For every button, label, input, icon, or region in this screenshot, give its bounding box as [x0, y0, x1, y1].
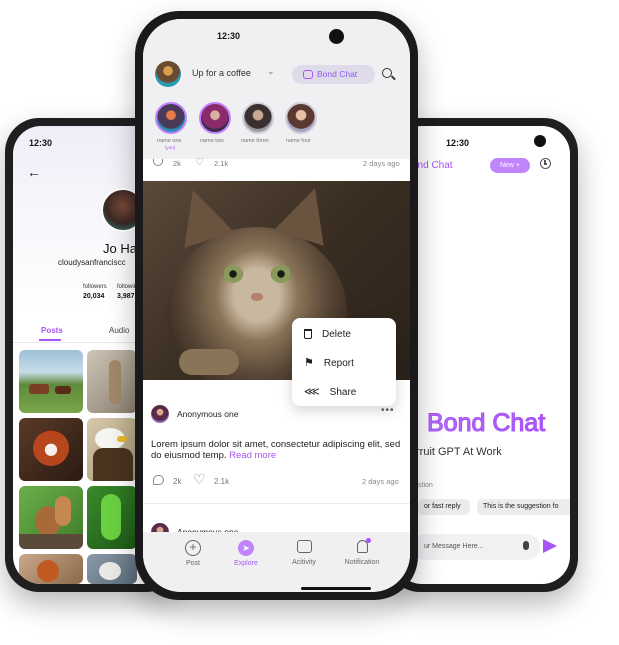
flag-icon: ⚑ [304, 357, 314, 369]
search-icon[interactable] [382, 68, 396, 81]
trash-icon [304, 329, 312, 339]
grid-photo-eagle[interactable] [87, 418, 137, 481]
grid-photo-cows[interactable] [19, 350, 83, 413]
story-avatar-three[interactable] [242, 102, 274, 134]
nav-label: Notification [344, 559, 380, 566]
nav-label: Acitivity [292, 559, 316, 566]
story-avatar-two[interactable] [199, 102, 231, 134]
post-divider [143, 503, 410, 504]
following-count: 3,987 [117, 293, 135, 300]
tab-audio[interactable]: Audio [109, 326, 129, 335]
menu-item-label: Delete [322, 328, 351, 340]
suggestion-chip[interactable]: This is the suggestion fo [477, 499, 570, 515]
profile-name: Jo Ha [103, 241, 137, 256]
story-avatar-one[interactable] [155, 102, 187, 134]
comment-icon[interactable] [153, 159, 163, 166]
bond-chat-icon [303, 70, 313, 79]
plus-circle-icon: + [185, 540, 201, 556]
comment-icon[interactable] [153, 475, 164, 485]
menu-item-label: Share [329, 386, 357, 398]
story-avatar-four[interactable] [285, 102, 317, 134]
grid-photo-meerkat[interactable] [87, 350, 137, 413]
story-name: name two [200, 138, 224, 144]
hero-title: Bond Chat [426, 409, 546, 438]
chevron-down-icon[interactable]: ⌄ [267, 66, 275, 77]
more-options-icon[interactable]: ••• [381, 405, 395, 416]
user-avatar[interactable] [155, 61, 181, 87]
microphone-icon[interactable] [523, 541, 529, 550]
menu-item-delete[interactable]: Delete [292, 320, 396, 348]
story-sub: (you) [165, 145, 176, 150]
suggestion-chip[interactable]: or fast reply [418, 499, 470, 515]
following-label: followin [117, 284, 138, 290]
grid-photo-seal[interactable] [87, 554, 137, 584]
hero-subtitle: rruit GPT At Work [416, 446, 502, 458]
home-indicator[interactable] [301, 587, 371, 590]
feed-screen: 12:30 Up for a coffee ⌄ Bond Chat name o… [143, 19, 410, 592]
history-icon[interactable] [540, 158, 551, 169]
like-count: 2.1k [214, 477, 230, 486]
screen-title: ond Chat [412, 160, 453, 171]
grid-photo-frog[interactable] [87, 486, 137, 549]
context-menu: Delete ⚑ Report ⋘ Share [292, 318, 396, 406]
author-name[interactable]: Anonymous one [177, 409, 238, 419]
nav-label: Explore [234, 560, 258, 567]
send-icon[interactable] [543, 539, 557, 553]
story-name: name three [241, 138, 269, 144]
center-phone: 12:30 Up for a coffee ⌄ Bond Chat name o… [135, 11, 418, 600]
status-text[interactable]: Up for a coffee [192, 68, 251, 78]
menu-item-label: Report [323, 357, 354, 369]
menu-item-share[interactable]: ⋘ Share [292, 378, 396, 406]
nav-notification[interactable]: Notification [336, 538, 388, 566]
profile-handle: cloudysanfranciscc [58, 258, 126, 267]
nav-activity[interactable]: Acitivity [284, 540, 324, 566]
compass-icon: ➤ [238, 540, 254, 556]
story-name: name one [157, 138, 182, 144]
suggestion-heading: stion [418, 482, 433, 489]
share-icon: ⋘ [304, 386, 320, 398]
like-count: 2.1k [214, 159, 229, 168]
grid-photo-fox[interactable] [19, 554, 83, 584]
bond-chat-screen: 12:30 ond Chat New + , Bond Chat rruit G… [394, 126, 570, 584]
feed-header [143, 19, 410, 159]
heart-icon[interactable]: ♡ [195, 158, 204, 168]
post-age: 2 days ago [363, 159, 400, 168]
bell-icon [356, 538, 371, 553]
status-time: 12:30 [29, 138, 53, 148]
chat-bubble-icon [296, 540, 312, 553]
nav-label: Post [185, 560, 200, 567]
post-body: Lorem ipsum dolor sit amet, consectetur … [151, 439, 403, 461]
status-time: 12:30 [446, 138, 470, 148]
tab-posts[interactable]: Posts [41, 326, 63, 335]
bottom-nav: + Post ➤ Explore Acitivity Notification [143, 532, 410, 592]
grid-photo-red-panda[interactable] [19, 418, 83, 481]
back-arrow-icon[interactable]: ← [27, 164, 41, 180]
tab-posts-underline [39, 339, 61, 341]
nav-post[interactable]: + Post [173, 540, 213, 567]
followers-count: 20,034 [83, 293, 105, 300]
heart-icon[interactable]: ♡ [193, 471, 206, 488]
camera-notch [534, 135, 546, 147]
followers-label: followers [83, 284, 107, 290]
post-age: 2 days ago [362, 477, 399, 486]
story-name: name four [286, 138, 311, 144]
read-more-link[interactable]: Read more [229, 450, 276, 461]
menu-item-report[interactable]: ⚑ Report [292, 349, 396, 377]
comment-count: 2k [173, 477, 182, 486]
nav-explore[interactable]: ➤ Explore [226, 540, 266, 567]
message-input[interactable]: ur Message Here... [412, 534, 540, 560]
new-chat-button[interactable]: New + [490, 158, 530, 173]
grid-photo-squirrel[interactable] [19, 486, 83, 549]
status-time: 12:30 [217, 31, 241, 41]
showcase-stage: 12:30 ← Jo Ha cloudysanfranciscc followe… [0, 0, 619, 645]
comment-count: 2k [173, 159, 181, 168]
author-avatar[interactable] [151, 405, 169, 423]
camera-notch [329, 29, 344, 44]
